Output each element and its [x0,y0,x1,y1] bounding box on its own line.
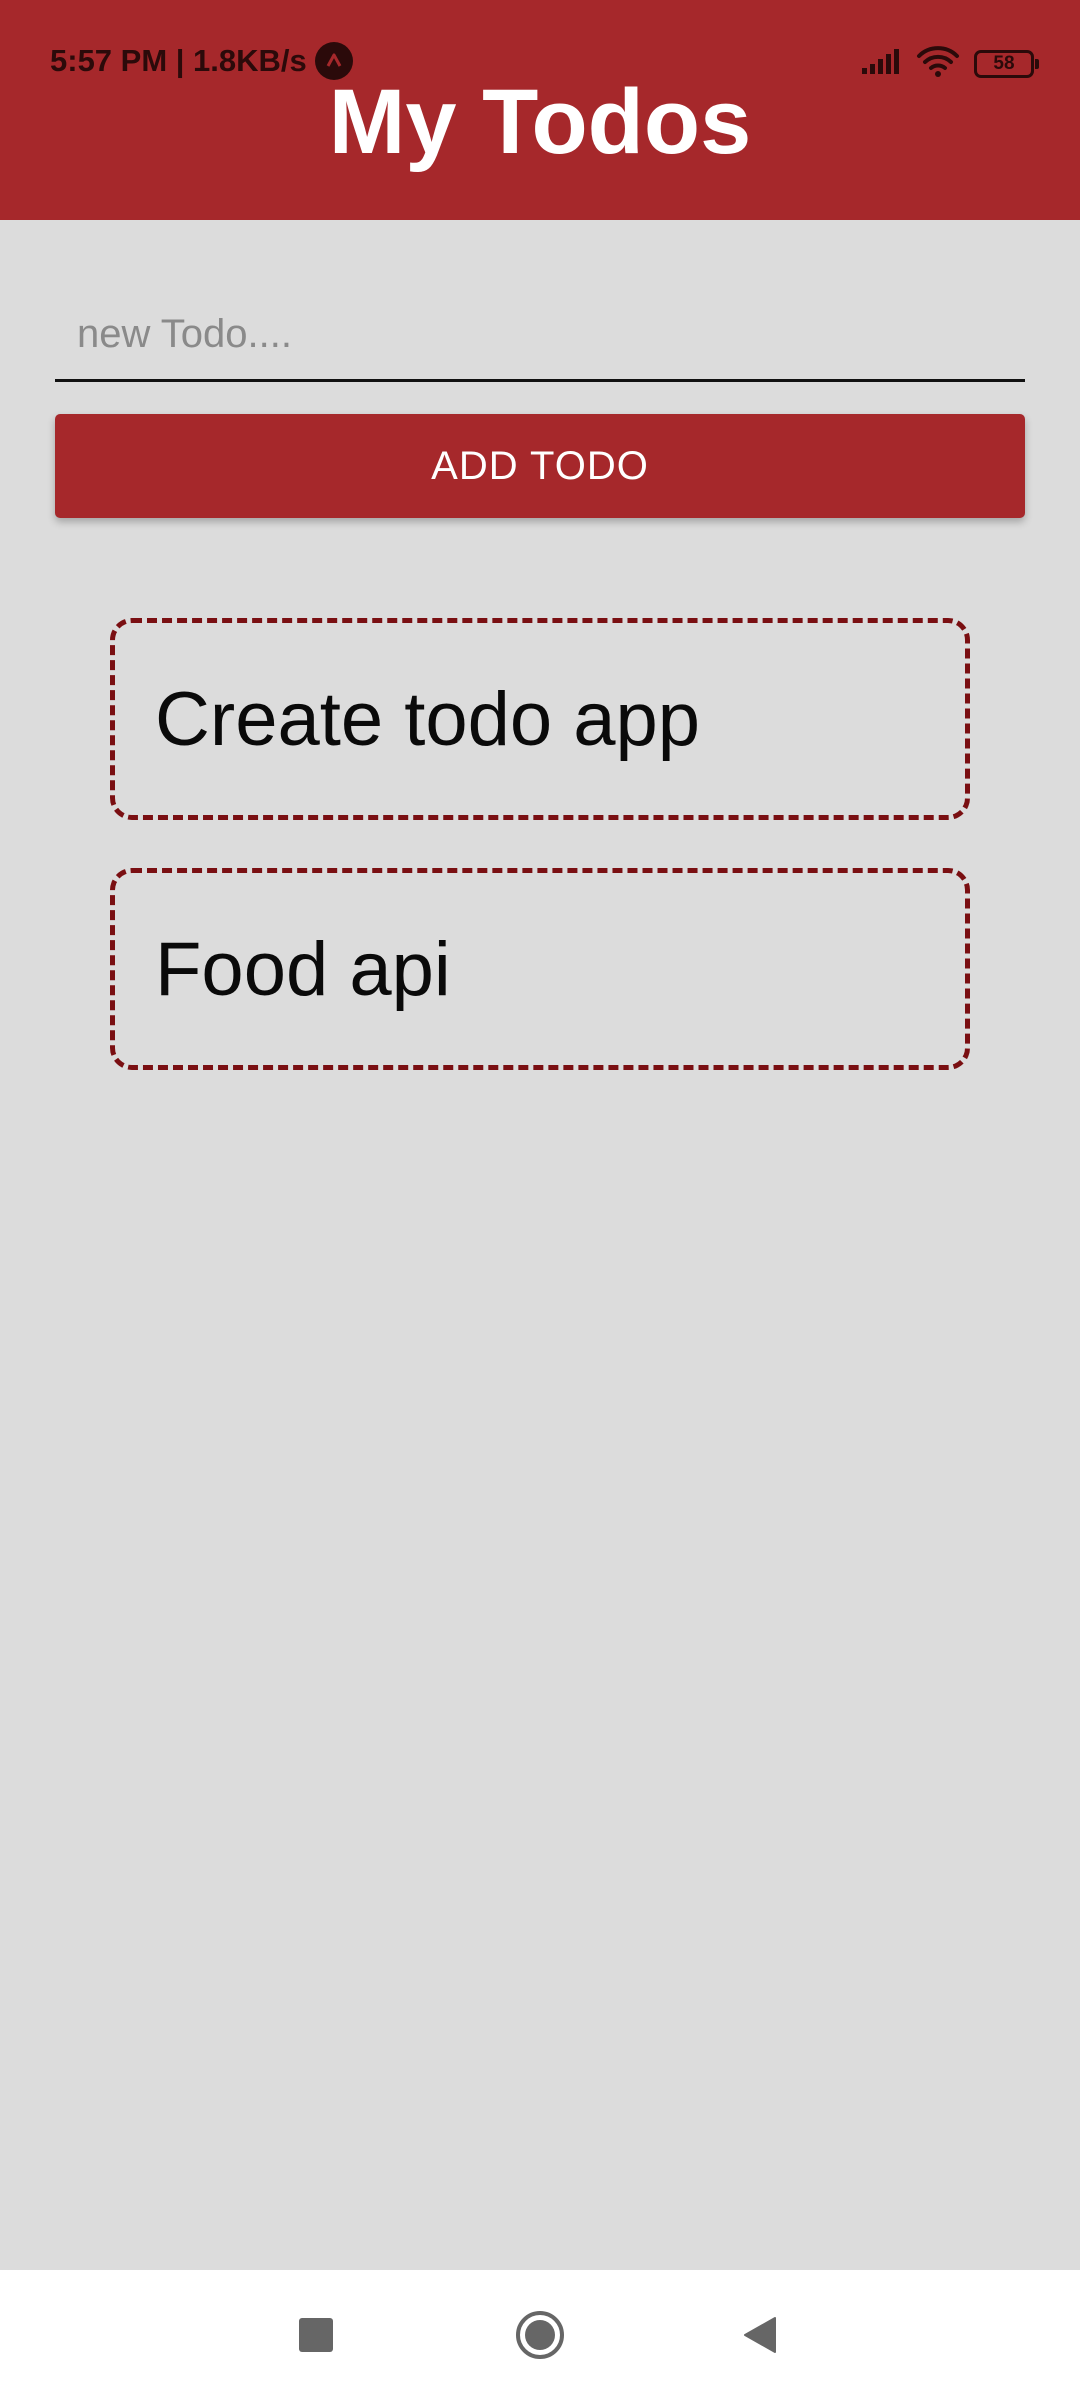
todo-list: Create todo app Food api [110,618,970,1118]
page-title: My Todos [328,71,752,173]
home-circle-icon[interactable] [505,2300,575,2370]
todo-item[interactable]: Food api [110,868,970,1070]
recents-square-icon[interactable] [281,2300,351,2370]
new-todo-input[interactable] [55,290,1025,382]
todo-item-text: Create todo app [155,676,701,762]
back-triangle-icon[interactable] [726,2300,796,2370]
todo-item[interactable]: Create todo app [110,618,970,820]
app-header: 5:57 PM | 1.8KB/s 58 My Todos [0,0,1080,220]
todo-item-text: Food api [155,926,451,1012]
add-todo-button[interactable]: ADD TODO [55,414,1025,518]
navigation-bar [0,2270,1080,2400]
